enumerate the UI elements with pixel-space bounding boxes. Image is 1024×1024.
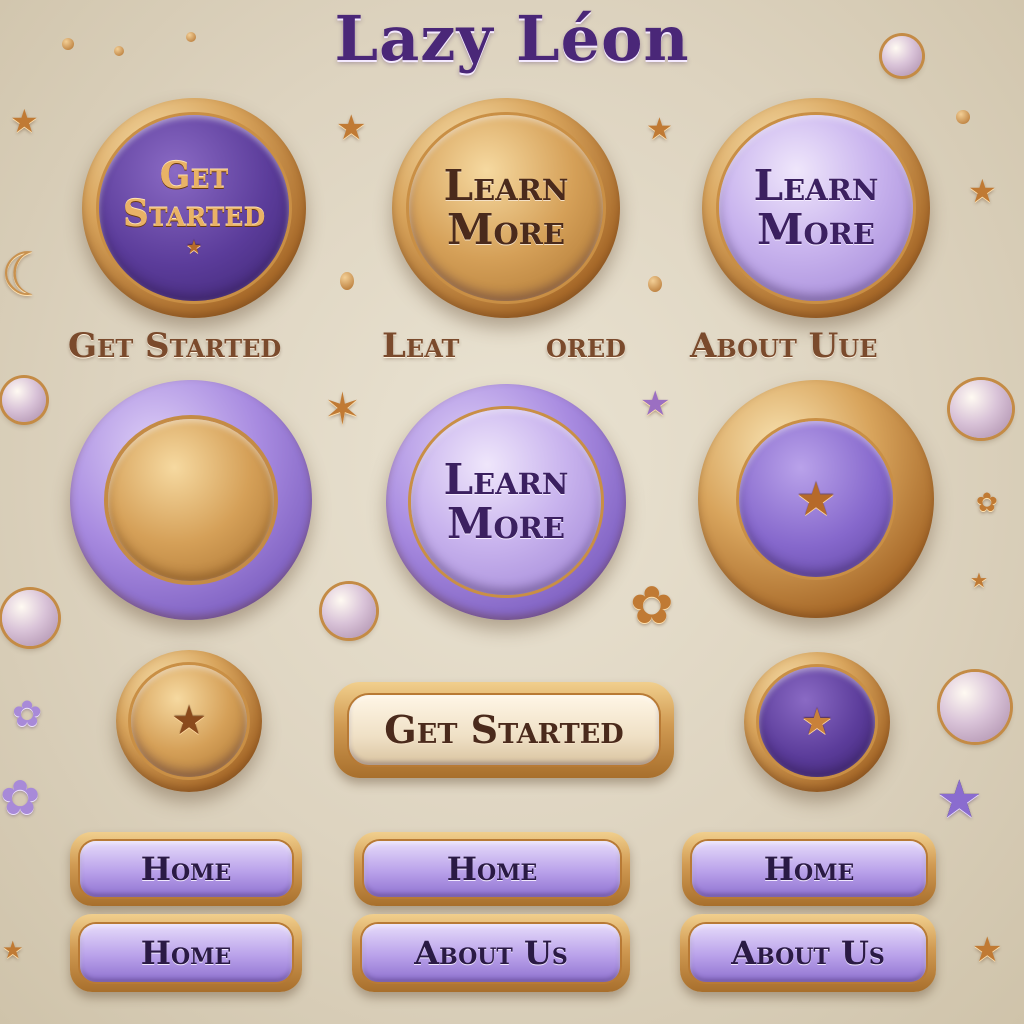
learn-more-violet-round-button[interactable]: Learn More [386,384,626,620]
dot-decoration [956,110,970,124]
flower-icon: ✿ [0,770,41,826]
get-started-round-button[interactable]: Get Started ★ [82,98,306,318]
label-leat: Leat [382,326,460,366]
pill-face: About Us [690,924,926,982]
learn-more-round-button-lilac[interactable]: Learn More [702,98,930,318]
flower-icon: ✿ [12,694,43,735]
dot-decoration [62,38,74,50]
star-round-button[interactable]: ★ [698,380,934,618]
button-face: Learn More [719,115,913,301]
star-small-gold-button[interactable]: ★ [116,650,262,792]
get-started-label: Get Started [384,707,624,753]
button-face [108,419,274,581]
blank-round-button[interactable] [70,380,312,620]
star-small-violet-button[interactable]: ★ [744,652,890,792]
button-label-line1: Get [159,154,229,197]
star-icon: ✶ [324,384,361,435]
about-us-label: About Us [414,934,568,972]
star-icon: ★ [968,172,997,210]
moon-icon: ☾ [0,240,54,310]
star-icon: ★ [970,568,988,592]
home-label: Home [763,850,855,888]
pill-face: Home [80,924,292,982]
button-face: ★ [739,421,893,577]
dot-decoration [186,32,196,42]
orb-decoration [940,672,1010,742]
button-face: Get Started ★ [99,115,289,301]
pill-face: Get Started [349,695,659,765]
star-icon: ★ [336,108,367,148]
label-get-started: Get Started [68,326,282,366]
pill-face: About Us [362,924,620,982]
orb-decoration [882,36,922,76]
dot-decoration [648,276,662,292]
button-face: ★ [131,665,247,777]
about-us-button-2[interactable]: About Us [680,914,936,992]
button-label-line2: More [447,499,565,548]
star-icon: ★ [795,472,837,526]
button-face: Learn More [409,115,603,301]
star-icon: ★ [171,698,207,744]
button-label-line2: More [447,205,565,254]
dot-decoration [114,46,124,56]
orb-decoration [950,380,1012,438]
button-face: Learn More [411,409,601,595]
star-icon: ★ [800,701,834,743]
home-button-3[interactable]: Home [682,832,936,906]
button-label-line2: Started [122,192,266,235]
pill-face: Home [692,841,926,897]
home-label: Home [140,850,232,888]
button-label-line2: More [757,205,875,254]
pill-face: Home [80,841,292,897]
home-button-2[interactable]: Home [354,832,630,906]
about-us-button-1[interactable]: About Us [352,914,630,992]
dot-decoration [340,272,354,290]
home-button-1[interactable]: Home [70,832,302,906]
pill-face: Home [364,841,620,897]
star-icon: ★ [10,102,39,140]
home-label: Home [446,850,538,888]
button-label-line1: Learn [753,160,879,210]
star-icon: ★ [640,384,671,424]
star-icon: ★ [972,930,1003,970]
orb-decoration [2,378,46,422]
label-ored: ored [546,326,626,366]
home-label: Home [140,934,232,972]
about-us-label: About Us [731,934,885,972]
flower-icon: ✿ [630,576,674,636]
orb-decoration [322,584,376,638]
flower-icon: ✿ [976,488,998,518]
star-icon: ★ [185,237,203,259]
orb-decoration [2,590,58,646]
button-face: ★ [759,667,875,777]
star-icon: ★ [936,770,983,830]
learn-more-round-button[interactable]: Learn More [392,98,620,318]
label-about-uue: About Uue [690,326,878,366]
star-icon: ★ [2,936,24,964]
button-label-line1: Learn [443,454,569,504]
button-label-line1: Learn [443,160,569,210]
home-button-4[interactable]: Home [70,914,302,992]
get-started-pill-button[interactable]: Get Started [334,682,674,778]
brand-title: Lazy Léon [334,2,690,75]
star-icon: ★ [646,112,673,147]
